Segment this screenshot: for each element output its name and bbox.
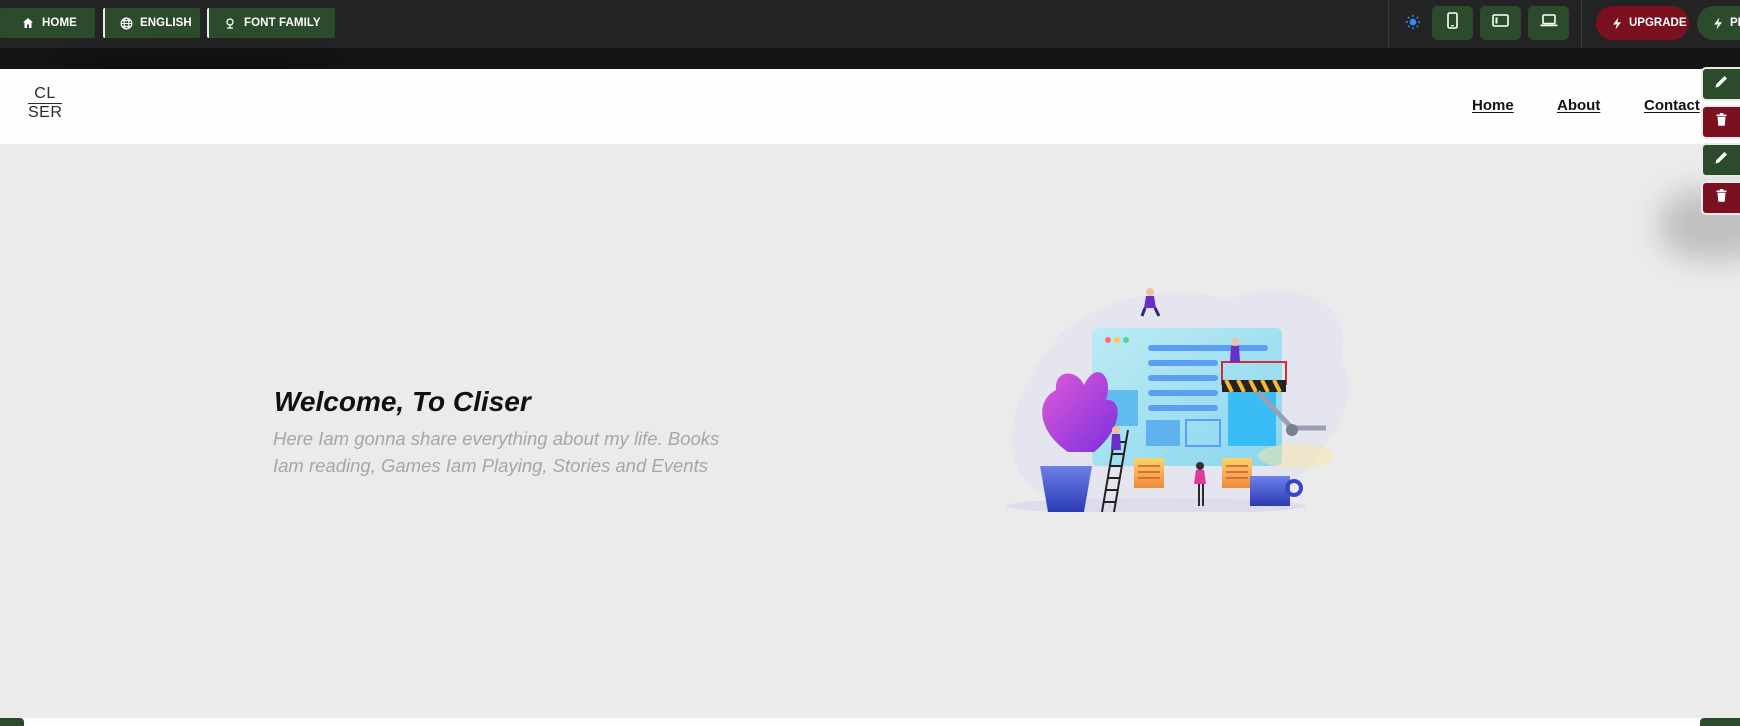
canvas-bottom-edge	[0, 718, 1740, 726]
pencil-icon	[1714, 150, 1729, 170]
hero-illustration	[1006, 288, 1349, 512]
home-button-label: HOME	[42, 17, 77, 29]
font-family-button[interactable]: FONT FAMILY	[207, 8, 335, 38]
bolt-icon	[1612, 17, 1622, 30]
font-icon	[223, 16, 237, 30]
hero-section	[0, 144, 1740, 718]
home-button[interactable]: HOME	[0, 8, 95, 38]
language-button-label: ENGLISH	[140, 17, 192, 29]
tablet-icon	[1492, 14, 1509, 32]
hero-title: Welcome, To Cliser	[274, 386, 531, 417]
mobile-view-button[interactable]	[1432, 6, 1473, 40]
hero-description: Here Iam gonna share everything about my…	[273, 428, 720, 476]
globe-icon	[119, 16, 133, 30]
language-button[interactable]: ENGLISH	[103, 8, 200, 38]
pro-button[interactable]: PRO	[1697, 6, 1740, 40]
logo-line-1: CL	[28, 85, 62, 104]
nav-about-link[interactable]: About	[1557, 97, 1600, 114]
logo-line-2: SER	[28, 104, 63, 121]
sun-icon	[1405, 14, 1421, 35]
nav-home-link[interactable]: Home	[1472, 97, 1514, 114]
pencil-icon	[1714, 74, 1729, 94]
laptop-icon	[1540, 14, 1558, 32]
section-handle-right[interactable]	[1700, 718, 1740, 726]
trash-icon	[1716, 189, 1727, 207]
edit-hero-button[interactable]	[1701, 143, 1740, 177]
nav-contact-link[interactable]: Contact	[1644, 97, 1700, 114]
edit-header-button[interactable]	[1701, 67, 1740, 101]
font-family-button-label: FONT FAMILY	[244, 17, 321, 29]
upgrade-button[interactable]: UPGRADE	[1596, 6, 1689, 40]
desktop-view-button[interactable]	[1528, 6, 1569, 40]
tablet-view-button[interactable]	[1480, 6, 1521, 40]
site-logo[interactable]: CL SER	[28, 85, 62, 122]
delete-hero-button[interactable]	[1701, 181, 1740, 215]
delete-header-button[interactable]	[1701, 105, 1740, 139]
bolt-icon	[1713, 17, 1723, 30]
toolbar-divider	[1388, 0, 1389, 48]
mobile-icon	[1447, 12, 1458, 34]
upgrade-button-label: UPGRADE	[1629, 17, 1687, 29]
section-handle-left[interactable]	[0, 718, 24, 726]
home-icon	[21, 16, 35, 30]
toolbar-divider	[1581, 0, 1582, 48]
pro-button-label: PRO	[1730, 17, 1740, 29]
trash-icon	[1716, 113, 1727, 131]
theme-toggle[interactable]	[1402, 13, 1424, 35]
